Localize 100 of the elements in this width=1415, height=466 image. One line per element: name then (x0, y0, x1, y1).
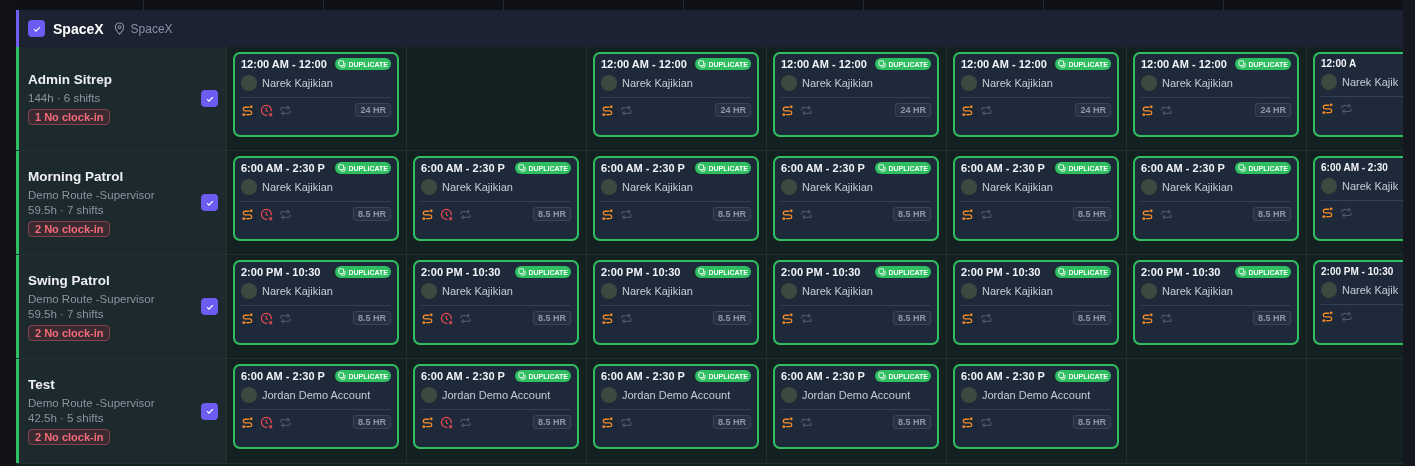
avatar (1141, 75, 1157, 91)
employee-name: Narek Kajikian (442, 181, 513, 193)
no-clock-in-badge: 2 No clock-in (28, 324, 111, 341)
repeat-icon (800, 415, 813, 429)
shift-time: 6:00 AM - 2:30 P (601, 162, 685, 174)
shift-time: 12:00 AM - 12:00 (961, 58, 1047, 70)
shift-hours: 8.5 HR (1253, 311, 1291, 325)
shift-time: 12:00 AM - 12:00 (1141, 58, 1227, 70)
row-checkbox[interactable] (201, 298, 218, 315)
shift-time: 6:00 AM - 2:30 P (1141, 162, 1225, 174)
route-icon (601, 415, 614, 429)
repeat-icon (980, 415, 993, 429)
employee-name: Narek Kajikian (262, 285, 333, 297)
avatar (1141, 179, 1157, 195)
shift-time: 2:00 PM - 10:30 (1141, 266, 1221, 278)
avatar (241, 75, 257, 91)
repeat-icon (980, 311, 993, 325)
repeat-icon (1160, 207, 1173, 221)
route-icon (1321, 102, 1334, 115)
row-checkbox[interactable] (201, 402, 218, 420)
shift-card[interactable]: 6:00 AM - 2:30 Narek Kajik (1313, 156, 1404, 241)
shift-time: 6:00 AM - 2:30 P (421, 162, 505, 174)
employee-name: Narek Kajikian (622, 285, 693, 297)
avatar (781, 179, 797, 195)
shift-time: 12:00 AM - 12:00 (781, 58, 867, 70)
shift-time: 6:00 AM - 2:30 P (421, 370, 505, 382)
employee-name: Narek Kajik (1342, 284, 1399, 296)
shift-hours: 8.5 HR (533, 207, 571, 221)
avatar (961, 387, 977, 403)
shift-time: 12:00 A (1321, 58, 1357, 69)
avatar (961, 283, 977, 299)
group-name: SpaceX (53, 20, 104, 37)
avatar (1321, 282, 1337, 298)
position-stats: 59.5h · 7 shifts (28, 203, 104, 216)
repeat-icon (279, 103, 292, 117)
shift-time: 12:00 AM - 12:00 (241, 58, 327, 70)
shift-time: 2:00 PM - 10:30 (1321, 266, 1394, 277)
shift-time: 6:00 AM - 2:30 P (961, 162, 1045, 174)
position-route: Demo Route -Supervisor (28, 292, 155, 305)
shift-hours: 24 HR (715, 103, 751, 117)
avatar (781, 75, 797, 91)
shift-hours: 24 HR (895, 103, 931, 117)
route-icon (961, 103, 974, 117)
no-clock-in-badge: 1 No clock-in (28, 109, 111, 125)
position-title: Swing Patrol (28, 272, 110, 288)
avatar (961, 179, 977, 195)
avatar (601, 75, 617, 91)
row-checkbox[interactable] (201, 90, 218, 107)
employee-name: Jordan Demo Account (982, 389, 1091, 401)
route-icon (781, 311, 794, 325)
route-icon (781, 103, 794, 117)
avatar (421, 283, 437, 299)
shift-time: 6:00 AM - 2:30 P (241, 370, 325, 382)
route-icon (961, 207, 974, 221)
shift-hours: 8.5 HR (353, 415, 391, 429)
position-stats: 144h · 6 shifts (28, 92, 101, 104)
route-icon (421, 207, 434, 221)
route-icon (601, 207, 614, 221)
check-icon (204, 406, 215, 416)
position-title: Admin Sitrep (28, 72, 112, 87)
shift-card[interactable]: 12:00 A Narek Kajik (1313, 52, 1404, 137)
avatar (241, 179, 257, 195)
employee-name: Narek Kajikian (982, 285, 1053, 297)
position-stats: 42.5h · 5 shifts (28, 412, 104, 424)
shift-time: 2:00 PM - 10:30 (781, 266, 861, 278)
employee-name: Narek Kajik (1342, 180, 1399, 192)
avatar (241, 387, 257, 403)
shift-time: 6:00 AM - 2:30 P (241, 162, 325, 174)
employee-name: Jordan Demo Account (442, 389, 551, 401)
avatar (601, 387, 617, 403)
employee-name: Narek Kajikian (1162, 285, 1233, 297)
employee-name: Jordan Demo Account (802, 389, 911, 401)
repeat-icon (279, 311, 292, 325)
route-icon (421, 311, 434, 325)
avatar (781, 387, 797, 403)
avatar (1141, 283, 1157, 299)
route-icon (961, 415, 974, 429)
shift-card[interactable]: 2:00 PM - 10:30 Narek Kajik (1313, 260, 1404, 345)
route-icon (1321, 310, 1334, 323)
shift-hours: 8.5 HR (533, 311, 571, 325)
repeat-icon (1160, 311, 1173, 325)
row-checkbox[interactable] (201, 194, 218, 211)
shift-time: 6:00 AM - 2:30 P (781, 370, 865, 382)
repeat-icon (1340, 310, 1353, 323)
group-location: SpaceX (130, 21, 173, 36)
route-icon (241, 311, 254, 325)
shift-time: 6:00 AM - 2:30 P (961, 370, 1045, 382)
no-clock-in-badge: 2 No clock-in (28, 220, 111, 237)
no-clock-in-badge: 2 No clock-in (28, 429, 111, 445)
employee-name: Narek Kajikian (802, 285, 873, 297)
employee-name: Narek Kajikian (1162, 181, 1233, 193)
repeat-icon (800, 311, 813, 325)
shift-time: 6:00 AM - 2:30 P (781, 162, 865, 174)
shift-hours: 24 HR (355, 103, 391, 117)
shift-hours: 8.5 HR (713, 207, 751, 221)
route-icon (241, 415, 254, 429)
shift-hours: 8.5 HR (353, 311, 391, 325)
avatar (961, 75, 977, 91)
group-checkbox[interactable] (28, 20, 45, 37)
employee-name: Narek Kajikian (622, 181, 693, 193)
